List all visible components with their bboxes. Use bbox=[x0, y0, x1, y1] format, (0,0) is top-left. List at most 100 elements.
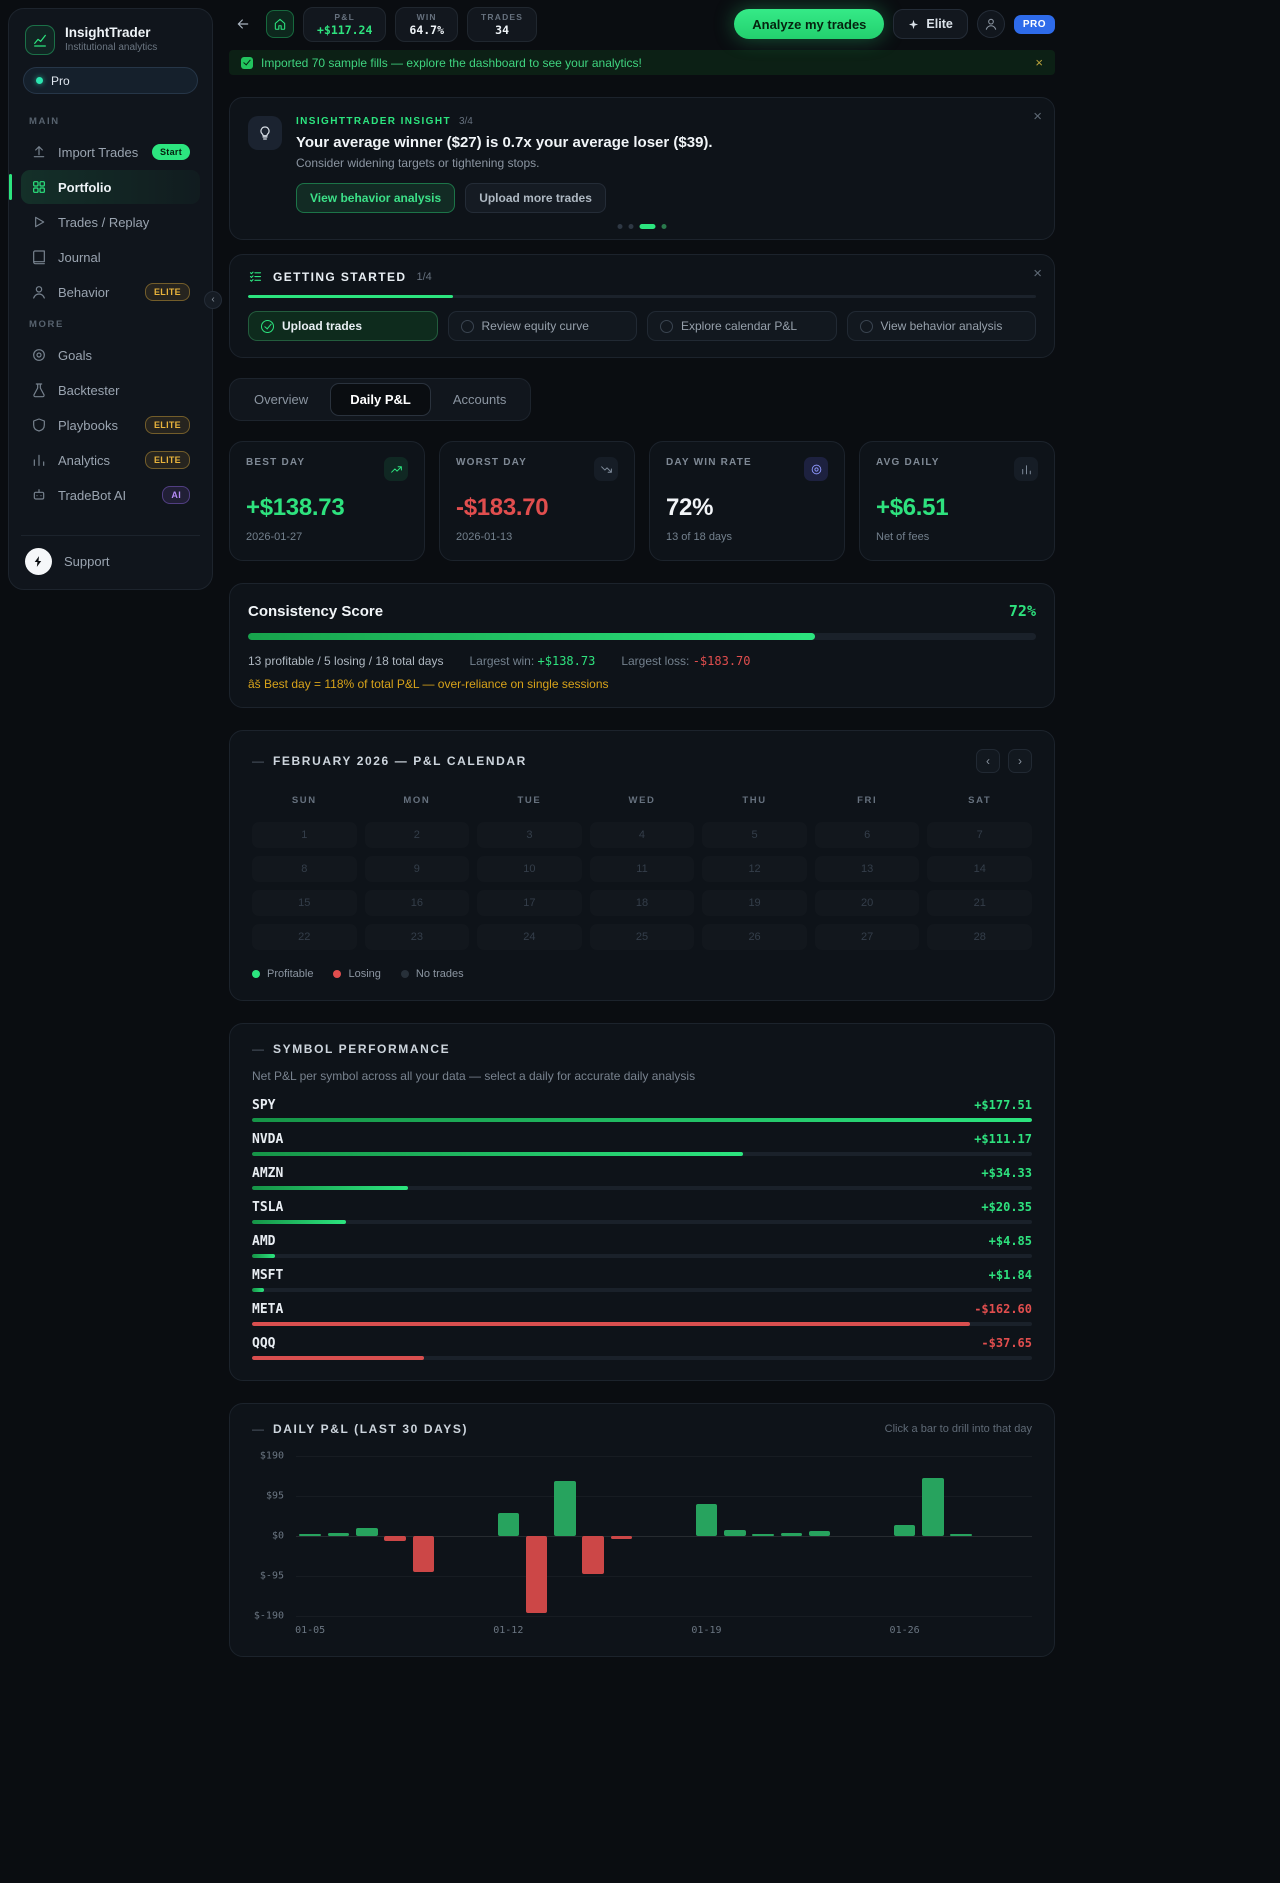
daily-bar-01-07[interactable] bbox=[356, 1527, 378, 1536]
daily-bar-01-21[interactable] bbox=[752, 1533, 774, 1536]
analyze-my-trades-button[interactable]: Analyze my trades bbox=[734, 9, 885, 39]
carousel-dot[interactable] bbox=[639, 224, 656, 229]
calendar-day-15[interactable]: 15 bbox=[252, 890, 357, 916]
calendar-day-25[interactable]: 25 bbox=[590, 924, 695, 950]
banner-close-icon[interactable]: × bbox=[1035, 55, 1043, 70]
calendar-day-12[interactable]: 12 bbox=[702, 856, 807, 882]
calendar-day-28[interactable]: 28 bbox=[927, 924, 1032, 950]
daily-bar-01-12[interactable] bbox=[497, 1512, 520, 1536]
daily-bar-01-15[interactable] bbox=[582, 1536, 604, 1574]
sidebar-item-portfolio[interactable]: Portfolio bbox=[9, 170, 200, 204]
symbol-row-msft[interactable]: MSFT +$1.84 bbox=[252, 1268, 1032, 1292]
daily-bar-01-22[interactable] bbox=[780, 1533, 803, 1536]
view-behavior-analysis-button[interactable]: View behavior analysis bbox=[296, 183, 456, 213]
calendar-day-11[interactable]: 11 bbox=[590, 856, 695, 882]
sidebar-item-playbooks[interactable]: Playbooks ELITE bbox=[21, 408, 200, 442]
symbol-row-amzn[interactable]: AMZN +$34.33 bbox=[252, 1166, 1032, 1190]
calendar-day-4[interactable]: 4 bbox=[590, 822, 695, 848]
carousel-dot[interactable] bbox=[628, 224, 634, 229]
topbar-stat-win[interactable]: WIN 64.7% bbox=[395, 6, 459, 42]
getting-started-counter: 1/4 bbox=[416, 270, 432, 283]
symbol-row-amd[interactable]: AMD +$4.85 bbox=[252, 1234, 1032, 1258]
x-axis-label: 01-26 bbox=[889, 1625, 920, 1636]
topbar-stats: P&L +$117.24 WIN 64.7% TRADES 34 bbox=[303, 6, 538, 42]
calendar-day-20[interactable]: 20 bbox=[815, 890, 920, 916]
calendar-day-23[interactable]: 23 bbox=[365, 924, 470, 950]
calendar-day-5[interactable]: 5 bbox=[702, 822, 807, 848]
daily-bar-01-28[interactable] bbox=[950, 1533, 972, 1536]
tab-accounts[interactable]: Accounts bbox=[433, 383, 526, 416]
sidebar-item-tradebot-ai[interactable]: TradeBot AI AI bbox=[21, 478, 200, 512]
plan-pill[interactable]: Pro bbox=[23, 67, 198, 94]
daily-bar-01-14[interactable] bbox=[554, 1481, 576, 1536]
calendar-day-10[interactable]: 10 bbox=[477, 856, 582, 882]
sidebar-collapse-button[interactable]: ‹ bbox=[204, 291, 222, 309]
sidebar-item-backtester[interactable]: Backtester bbox=[21, 373, 200, 407]
calendar-day-6[interactable]: 6 bbox=[815, 822, 920, 848]
symbol-row-meta[interactable]: META -$162.60 bbox=[252, 1302, 1032, 1326]
daily-bar-01-20[interactable] bbox=[724, 1529, 746, 1536]
symbol-row-qqq[interactable]: QQQ -$37.65 bbox=[252, 1336, 1032, 1360]
calendar-day-2[interactable]: 2 bbox=[365, 822, 470, 848]
support-row[interactable]: Support bbox=[21, 535, 200, 577]
calendar-prev-icon[interactable]: ‹ bbox=[976, 749, 1000, 773]
tab-daily-p-l[interactable]: Daily P&L bbox=[330, 383, 431, 416]
home-button[interactable] bbox=[266, 10, 294, 38]
calendar-day-16[interactable]: 16 bbox=[365, 890, 470, 916]
step-explore-calendar-p-l[interactable]: Explore calendar P&L bbox=[647, 311, 837, 341]
calendar-day-19[interactable]: 19 bbox=[702, 890, 807, 916]
elite-button[interactable]: Elite bbox=[893, 9, 968, 39]
calendar-day-7[interactable]: 7 bbox=[927, 822, 1032, 848]
calendar-day-18[interactable]: 18 bbox=[590, 890, 695, 916]
sidebar-item-trades-replay[interactable]: Trades / Replay bbox=[21, 205, 200, 239]
getting-started-close-icon[interactable]: × bbox=[1033, 265, 1042, 282]
calendar-day-24[interactable]: 24 bbox=[477, 924, 582, 950]
back-button[interactable] bbox=[229, 10, 257, 38]
sidebar-item-journal[interactable]: Journal bbox=[21, 240, 200, 274]
symbol-bar-track bbox=[252, 1254, 1032, 1258]
profile-button[interactable] bbox=[976, 10, 1005, 38]
insight-close-icon[interactable]: × bbox=[1033, 108, 1042, 125]
insight-subtitle: Consider widening targets or tightening … bbox=[296, 156, 540, 170]
calendar-day-21[interactable]: 21 bbox=[927, 890, 1032, 916]
calendar-day-26[interactable]: 26 bbox=[702, 924, 807, 950]
calendar-day-13[interactable]: 13 bbox=[815, 856, 920, 882]
calendar-day-1[interactable]: 1 bbox=[252, 822, 357, 848]
symbol-row-tsla[interactable]: TSLA +$20.35 bbox=[252, 1200, 1032, 1224]
daily-bar-01-16[interactable] bbox=[610, 1536, 633, 1540]
calendar-day-17[interactable]: 17 bbox=[477, 890, 582, 916]
daily-bar-01-13[interactable] bbox=[525, 1536, 548, 1614]
daily-bar-01-09[interactable] bbox=[412, 1536, 435, 1572]
empty-circle-icon bbox=[460, 319, 474, 333]
sidebar-item-behavior[interactable]: Behavior ELITE bbox=[21, 275, 200, 309]
topbar-stat-p-l[interactable]: P&L +$117.24 bbox=[303, 6, 387, 42]
step-upload-trades[interactable]: Upload trades bbox=[248, 311, 438, 341]
sidebar-item-analytics[interactable]: Analytics ELITE bbox=[21, 443, 200, 477]
carousel-dot[interactable] bbox=[617, 224, 623, 229]
calendar-day-27[interactable]: 27 bbox=[815, 924, 920, 950]
calendar-day-3[interactable]: 3 bbox=[477, 822, 582, 848]
upload-more-trades-button[interactable]: Upload more trades bbox=[465, 183, 606, 213]
calendar-day-22[interactable]: 22 bbox=[252, 924, 357, 950]
calendar-day-14[interactable]: 14 bbox=[927, 856, 1032, 882]
tab-overview[interactable]: Overview bbox=[234, 383, 328, 416]
topbar-stat-trades[interactable]: TRADES 34 bbox=[467, 6, 538, 42]
calendar-day-8[interactable]: 8 bbox=[252, 856, 357, 882]
daily-bar-01-19[interactable] bbox=[695, 1504, 718, 1536]
calendar-next-icon[interactable]: › bbox=[1008, 749, 1032, 773]
daily-bar-01-08[interactable] bbox=[384, 1536, 406, 1542]
symbol-row-nvda[interactable]: NVDA +$111.17 bbox=[252, 1132, 1032, 1156]
step-view-behavior-analysis[interactable]: View behavior analysis bbox=[846, 311, 1036, 341]
daily-bar-01-27[interactable] bbox=[922, 1477, 944, 1536]
daily-bar-01-26[interactable] bbox=[893, 1525, 916, 1536]
daily-bar-01-23[interactable] bbox=[808, 1530, 831, 1536]
calendar-day-9[interactable]: 9 bbox=[365, 856, 470, 882]
sidebar-item-import-trades[interactable]: Import Trades Start bbox=[21, 135, 200, 169]
symbol-row-spy[interactable]: SPY +$177.51 bbox=[252, 1098, 1032, 1122]
step-review-equity-curve[interactable]: Review equity curve bbox=[447, 311, 637, 341]
largest-loss-label: Largest loss: bbox=[621, 654, 690, 668]
daily-bar-01-05[interactable] bbox=[299, 1534, 321, 1536]
carousel-dot[interactable] bbox=[661, 224, 667, 229]
daily-bar-01-06[interactable] bbox=[327, 1532, 350, 1536]
sidebar-item-goals[interactable]: Goals bbox=[21, 338, 200, 372]
